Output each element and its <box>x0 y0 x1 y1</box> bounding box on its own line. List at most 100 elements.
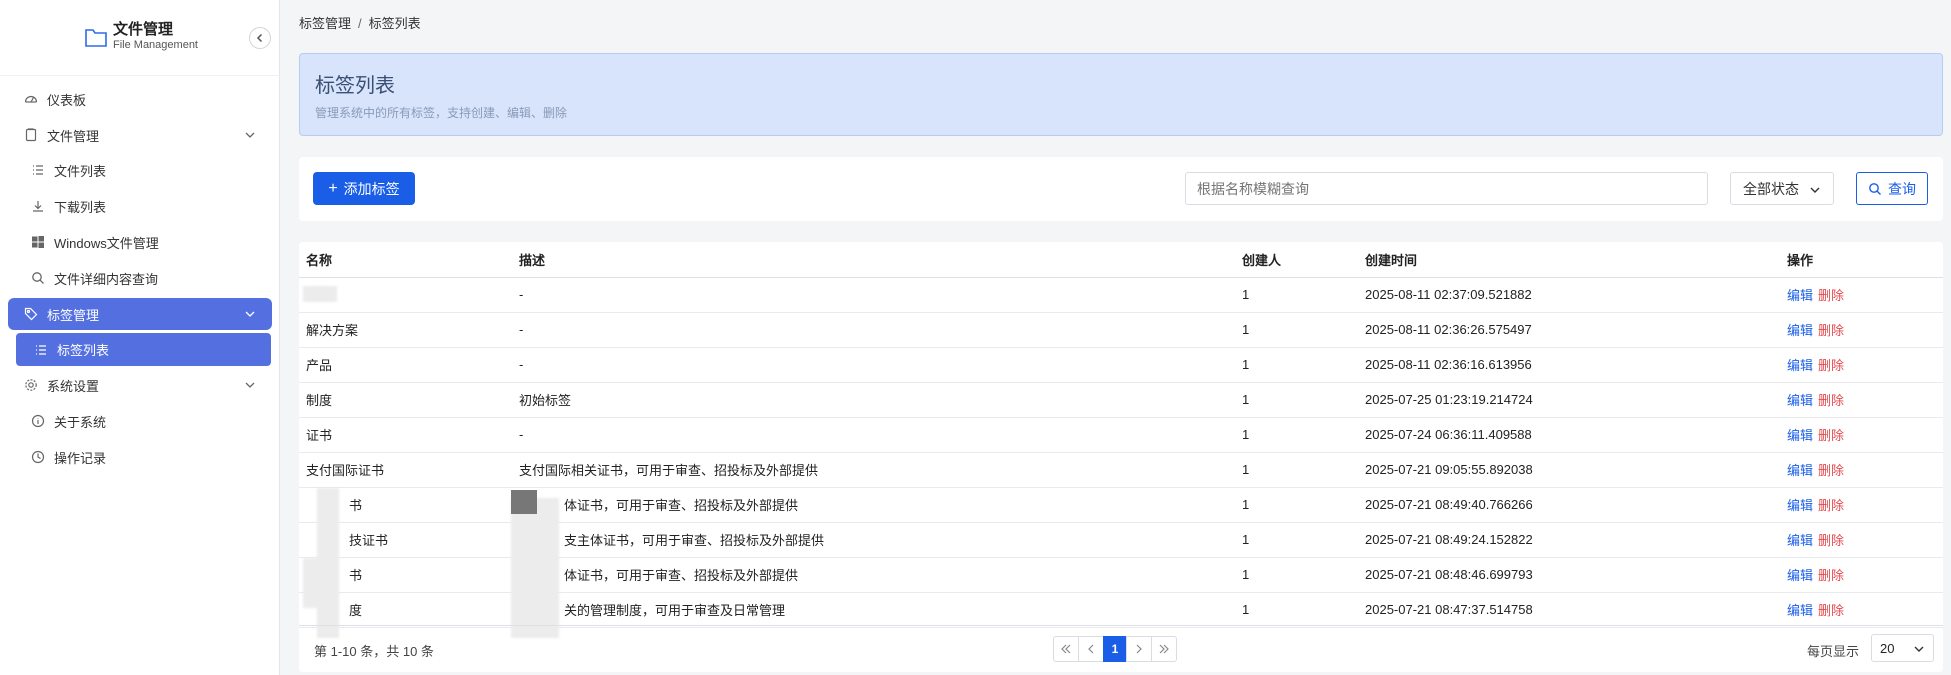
breadcrumb-current: 标签列表 <box>368 16 421 31</box>
edit-link[interactable]: 编辑 <box>1787 463 1813 478</box>
page-header-banner: 标签列表 管理系统中的所有标签，支持创建、编辑、删除 <box>299 53 1943 136</box>
double-chevron-right-icon <box>1159 644 1169 654</box>
column-header-name: 名称 <box>299 242 512 278</box>
search-input[interactable] <box>1185 172 1708 205</box>
sidebar-item-label: 关于系统 <box>54 414 107 430</box>
chevron-down-icon <box>245 382 255 388</box>
add-tag-button[interactable]: + 添加标签 <box>313 172 415 205</box>
gear-icon <box>24 378 38 392</box>
delete-link[interactable]: 删除 <box>1818 393 1844 408</box>
sidebar-item-label: 下载列表 <box>54 199 107 215</box>
sidebar-item-windows-file-management[interactable]: Windows文件管理 <box>8 226 272 258</box>
sidebar-item-label: 仪表板 <box>47 92 87 108</box>
edit-link[interactable]: 编辑 <box>1787 603 1813 618</box>
cell-description: 支付国际相关证书，可用于审查、招投标及外部提供 <box>512 452 1235 488</box>
delete-link[interactable]: 删除 <box>1818 323 1844 338</box>
info-icon <box>31 414 45 428</box>
delete-link[interactable]: 删除 <box>1818 428 1844 443</box>
cell-name: 证书 <box>299 417 512 453</box>
sidebar-item-system-settings[interactable]: 系统设置 <box>8 369 272 401</box>
delete-link[interactable]: 删除 <box>1818 288 1844 303</box>
cell-creator: 1 <box>1235 487 1358 523</box>
windows-icon <box>31 235 45 249</box>
column-header-actions: 操作 <box>1780 242 1943 278</box>
sidebar-item-label: 标签列表 <box>57 343 110 358</box>
edit-link[interactable]: 编辑 <box>1787 533 1813 548</box>
chevron-left-icon <box>256 33 263 43</box>
sidebar-item-label: 文件列表 <box>54 163 107 179</box>
page-button-current[interactable]: 1 <box>1103 636 1127 662</box>
table-footer: 第 1-10 条，共 10 条 1 每页显示 20 <box>299 625 1943 669</box>
edit-link[interactable]: 编辑 <box>1787 498 1813 513</box>
prev-page-button[interactable] <box>1078 636 1104 662</box>
cell-description-text: 体证书，可用于审查、招投标及外部提供 <box>564 568 799 583</box>
cell-actions: 编辑 删除 <box>1780 557 1943 593</box>
query-button[interactable]: 查询 <box>1856 172 1928 205</box>
collapse-sidebar-button[interactable] <box>249 27 271 49</box>
chevron-right-icon <box>1136 644 1142 654</box>
delete-link[interactable]: 删除 <box>1818 463 1844 478</box>
cell-description: 初始标签 <box>512 382 1235 418</box>
cell-actions: 编辑 删除 <box>1780 277 1943 313</box>
delete-link[interactable]: 删除 <box>1818 568 1844 583</box>
column-header-created-time: 创建时间 <box>1358 242 1780 278</box>
cell-description: 体证书，可用于审查、招投标及外部提供 <box>512 557 1235 593</box>
query-label: 查询 <box>1888 180 1916 197</box>
table-header-row: 名称 描述 创建人 创建时间 操作 <box>299 242 1943 278</box>
delete-link[interactable]: 删除 <box>1818 603 1844 618</box>
sidebar-item-file-management[interactable]: 文件管理 <box>8 119 272 151</box>
edit-link[interactable]: 编辑 <box>1787 358 1813 373</box>
next-page-button[interactable] <box>1126 636 1152 662</box>
cell-creator: 1 <box>1235 347 1358 383</box>
sidebar-item-label: 操作记录 <box>54 450 107 466</box>
table-row: 制度 初始标签 1 2025-07-25 01:23:19.214724 编辑删… <box>299 382 1943 418</box>
cell-creator: 1 <box>1235 417 1358 453</box>
edit-link[interactable]: 编辑 <box>1787 323 1813 338</box>
cell-description-text: 支主体证书，可用于审查、招投标及外部提供 <box>564 533 825 548</box>
edit-link[interactable]: 编辑 <box>1787 428 1813 443</box>
cell-created-time: 2025-07-21 08:48:46.699793 <box>1358 557 1780 593</box>
cell-created-time: 2025-07-21 08:49:24.152822 <box>1358 522 1780 558</box>
sidebar-item-operation-log[interactable]: 操作记录 <box>8 441 272 473</box>
delete-link[interactable]: 删除 <box>1818 358 1844 373</box>
sidebar-item-tag-list[interactable]: 标签列表 <box>16 333 271 366</box>
brand: 文件管理 File Management <box>0 0 280 76</box>
breadcrumb-parent[interactable]: 标签管理 <box>299 16 351 31</box>
sidebar-item-download-list[interactable]: 下载列表 <box>8 190 272 222</box>
app-subtitle: File Management <box>113 39 198 51</box>
sidebar-item-label: Windows文件管理 <box>54 235 159 251</box>
sidebar-item-file-content-query[interactable]: 文件详细内容查询 <box>8 262 272 294</box>
add-tag-label: 添加标签 <box>343 180 400 197</box>
page-size-select[interactable]: 20 <box>1871 634 1934 662</box>
cell-actions: 编辑 删除 <box>1780 452 1943 488</box>
first-page-button[interactable] <box>1053 636 1079 662</box>
page-size-label: 每页显示 <box>1807 644 1860 659</box>
cell-name: 解决方案 <box>299 312 512 348</box>
status-select[interactable]: 全部状态 <box>1730 172 1834 205</box>
last-page-button[interactable] <box>1151 636 1177 662</box>
clock-icon <box>31 450 45 464</box>
redaction-blur <box>303 286 337 302</box>
table-row: 支付国际证书 支付国际相关证书，可用于审查、招投标及外部提供 1 2025-07… <box>299 452 1943 488</box>
edit-link[interactable]: 编辑 <box>1787 288 1813 303</box>
sidebar-item-label: 标签管理 <box>47 307 100 323</box>
edit-link[interactable]: 编辑 <box>1787 568 1813 583</box>
cell-creator: 1 <box>1235 522 1358 558</box>
sidebar-item-label: 文件管理 <box>47 128 100 144</box>
chevron-down-icon <box>1810 187 1820 193</box>
sidebar-item-about-system[interactable]: 关于系统 <box>8 405 272 437</box>
list-icon <box>34 343 48 357</box>
table-row: - 1 2025-08-11 02:37:09.521882 编辑 删除 <box>299 277 1943 313</box>
tag-icon <box>24 307 38 321</box>
edit-link[interactable]: 编辑 <box>1787 393 1813 408</box>
cell-actions: 编辑 删除 <box>1780 347 1943 383</box>
breadcrumb-separator: / <box>358 16 362 31</box>
cell-actions: 编辑 删除 <box>1780 592 1943 628</box>
sidebar-item-dashboard[interactable]: 仪表板 <box>8 83 272 115</box>
cell-name: 支付国际证书 <box>299 452 512 488</box>
delete-link[interactable]: 删除 <box>1818 498 1844 513</box>
sidebar-item-file-list[interactable]: 文件列表 <box>8 154 272 186</box>
plus-icon: + <box>328 179 338 197</box>
delete-link[interactable]: 删除 <box>1818 533 1844 548</box>
sidebar-item-tag-management[interactable]: 标签管理 <box>8 298 272 330</box>
